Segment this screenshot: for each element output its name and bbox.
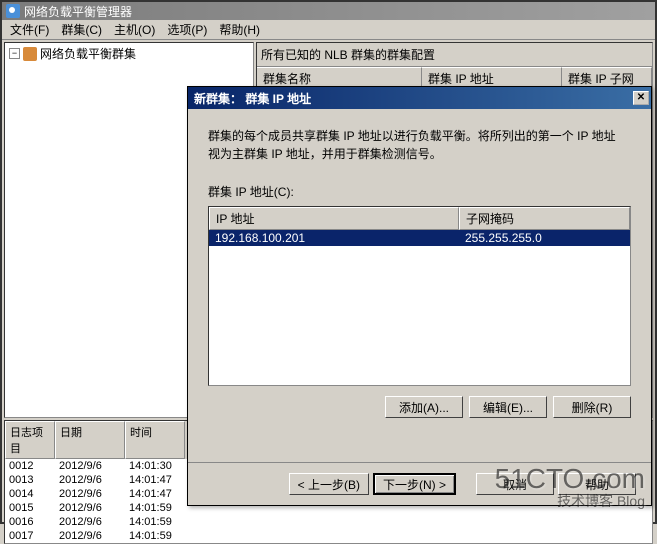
log-col-entry[interactable]: 日志项目 [5, 421, 55, 459]
ip-list-headers: IP 地址 子网掩码 [209, 207, 630, 230]
menu-file[interactable]: 文件(F) [4, 19, 55, 40]
mask-value: 255.255.255.0 [459, 230, 630, 246]
app-title: 网络负载平衡管理器 [24, 3, 132, 20]
table-row[interactable]: 00172012/9/614:01:59 [5, 529, 652, 543]
add-button[interactable]: 添加(A)... [385, 396, 463, 418]
back-button[interactable]: < 上一步(B) [289, 473, 369, 495]
menubar: 文件(F) 群集(C) 主机(O) 选项(P) 帮助(H) [2, 20, 655, 40]
tree-expander-icon[interactable]: − [9, 48, 20, 59]
ip-value: 192.168.100.201 [209, 230, 459, 246]
menu-options[interactable]: 选项(P) [161, 19, 213, 40]
dialog-titlebar: 新群集： 群集 IP 地址 ✕ [188, 87, 651, 109]
main-titlebar: 网络负载平衡管理器 [2, 2, 655, 20]
app-icon [6, 4, 20, 18]
cluster-icon [23, 47, 37, 61]
remove-button[interactable]: 删除(R) [553, 396, 631, 418]
next-button[interactable]: 下一步(N) > [373, 473, 456, 495]
ip-address-list[interactable]: IP 地址 子网掩码 192.168.100.201 255.255.255.0 [208, 206, 631, 386]
log-col-time[interactable]: 时间 [125, 421, 185, 459]
menu-cluster[interactable]: 群集(C) [55, 19, 108, 40]
edit-button[interactable]: 编辑(E)... [469, 396, 547, 418]
dialog-title: 新群集： 群集 IP 地址 [194, 90, 311, 107]
ip-buttons-row: 添加(A)... 编辑(E)... 删除(R) [208, 396, 631, 418]
col-mask[interactable]: 子网掩码 [459, 207, 630, 230]
dialog-body: 群集的每个成员共享群集 IP 地址以进行负载平衡。将所列出的第一个 IP 地址 … [188, 109, 651, 428]
log-col-date[interactable]: 日期 [55, 421, 125, 459]
cancel-button[interactable]: 取消 [476, 473, 554, 495]
help-button[interactable]: 帮助 [558, 473, 636, 495]
menu-host[interactable]: 主机(O) [108, 19, 161, 40]
right-caption: 所有已知的 NLB 群集的群集配置 [257, 43, 652, 67]
table-row[interactable]: 00162012/9/614:01:59 [5, 515, 652, 529]
menu-help[interactable]: 帮助(H) [213, 19, 266, 40]
dialog-description: 群集的每个成员共享群集 IP 地址以进行负载平衡。将所列出的第一个 IP 地址 … [208, 127, 631, 163]
tree-root-item[interactable]: − 网络负载平衡群集 [5, 43, 253, 64]
close-icon[interactable]: ✕ [633, 91, 649, 105]
wizard-buttons: < 上一步(B) 下一步(N) > 取消 帮助 [188, 462, 651, 505]
col-ip[interactable]: IP 地址 [209, 207, 459, 230]
new-cluster-dialog: 新群集： 群集 IP 地址 ✕ 群集的每个成员共享群集 IP 地址以进行负载平衡… [187, 86, 652, 506]
ip-row-selected[interactable]: 192.168.100.201 255.255.255.0 [209, 230, 630, 246]
ip-list-label: 群集 IP 地址(C): [208, 183, 631, 200]
tree-root-label: 网络负载平衡群集 [40, 45, 136, 62]
